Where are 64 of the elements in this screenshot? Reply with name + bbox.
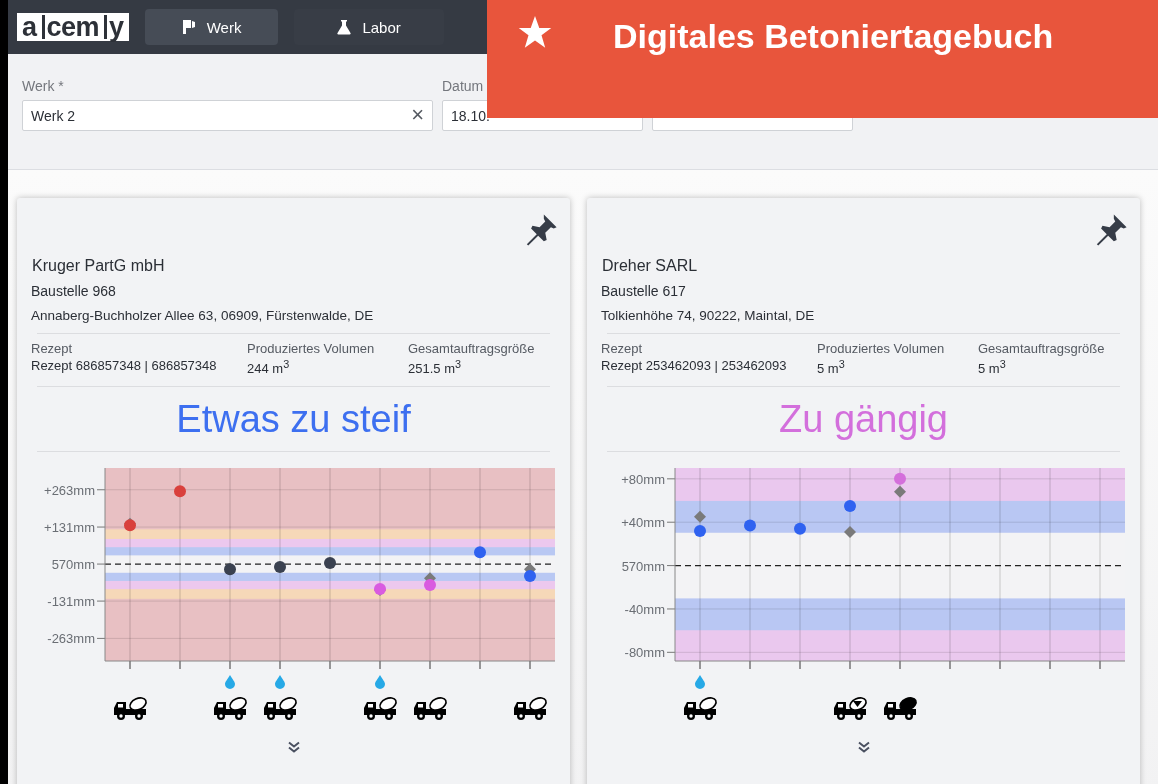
- axis-tick: [379, 661, 381, 670]
- info-label: Produziertes Volumen: [817, 341, 946, 356]
- data-point: [894, 473, 906, 486]
- axis-label: -80mm: [624, 645, 665, 661]
- info-label: Produziertes Volumen: [247, 341, 376, 356]
- data-point: [794, 523, 806, 536]
- axis-label: +80mm: [621, 472, 665, 488]
- info-value: 5 m$^{3}$: [817, 358, 846, 377]
- info-label: Rezept: [601, 341, 644, 356]
- data-point: [694, 511, 706, 524]
- data-point: [424, 579, 436, 592]
- status-text: Etwas zu steif: [175, 397, 412, 442]
- axis-label: -131mm: [47, 594, 95, 610]
- axis-label: +263mm: [44, 483, 95, 499]
- info-label: Gesamtauftragsgröße: [408, 341, 535, 356]
- customer-name: Dreher SARL: [601, 257, 699, 275]
- info-value: Rezept 686857348 | 686857348: [31, 358, 218, 373]
- info-value: Rezept 253462093 | 253462093: [601, 358, 788, 373]
- info-value: 244 m$^{3}$: [247, 358, 291, 377]
- star-icon: [517, 16, 553, 50]
- axis-tick: [699, 661, 701, 670]
- site-name: Baustelle 968: [31, 283, 117, 299]
- logo: a cem y: [17, 13, 129, 41]
- data-point: [274, 561, 286, 574]
- axis-label: -263mm: [47, 631, 95, 647]
- data-point: [744, 519, 756, 532]
- data-point: [124, 519, 136, 532]
- data-point: [844, 526, 856, 539]
- customer-name: Kruger PartG mbH: [31, 257, 166, 275]
- status-text: Zu gängig: [778, 397, 949, 442]
- info-value: 251.5 m$^{3}$: [408, 358, 462, 377]
- double-chevron-down-icon[interactable]: [856, 740, 871, 755]
- data-point: [844, 500, 856, 513]
- field-label: Werk *: [22, 78, 65, 94]
- data-point: [474, 546, 486, 559]
- data-point: [174, 485, 186, 498]
- pushpin-icon[interactable]: [1094, 213, 1128, 247]
- flag-icon: [180, 19, 197, 35]
- site-address: Annaberg-Buchholzer Allee 63, 06909, Fürstenwalde, DE: [31, 308, 375, 323]
- axis-label: -40mm: [624, 602, 665, 618]
- target-label: 570mm: [621, 558, 665, 574]
- data-point: [524, 570, 536, 583]
- double-chevron-down-icon[interactable]: [286, 740, 301, 755]
- site-address: Tolkienhöhe 74, 90222, Maintal, DE: [601, 308, 816, 323]
- clear-button[interactable]: ×: [411, 105, 424, 125]
- info-value: 5 m$^{3}$: [978, 358, 1007, 377]
- data-point: [694, 525, 706, 538]
- pushpin-icon[interactable]: [524, 213, 558, 247]
- flask-icon: [336, 19, 353, 35]
- axis-tick: [229, 661, 231, 670]
- axis-tick: [279, 661, 281, 670]
- data-point: [374, 583, 386, 596]
- target-label: 570mm: [51, 557, 95, 573]
- axis-label: +40mm: [621, 515, 665, 531]
- info-label: Rezept: [31, 341, 74, 356]
- data-point: [224, 563, 236, 576]
- data-point: [324, 557, 336, 570]
- site-name: Baustelle 617: [601, 283, 687, 299]
- data-point: [894, 486, 906, 499]
- banner-title: Digitales Betoniertagebuch: [613, 16, 1054, 56]
- axis-label: +131mm: [44, 520, 95, 536]
- info-label: Gesamtauftragsgröße: [978, 341, 1105, 356]
- field-label: Datum: [442, 78, 485, 94]
- nav-tab[interactable]: Werk: [144, 9, 278, 45]
